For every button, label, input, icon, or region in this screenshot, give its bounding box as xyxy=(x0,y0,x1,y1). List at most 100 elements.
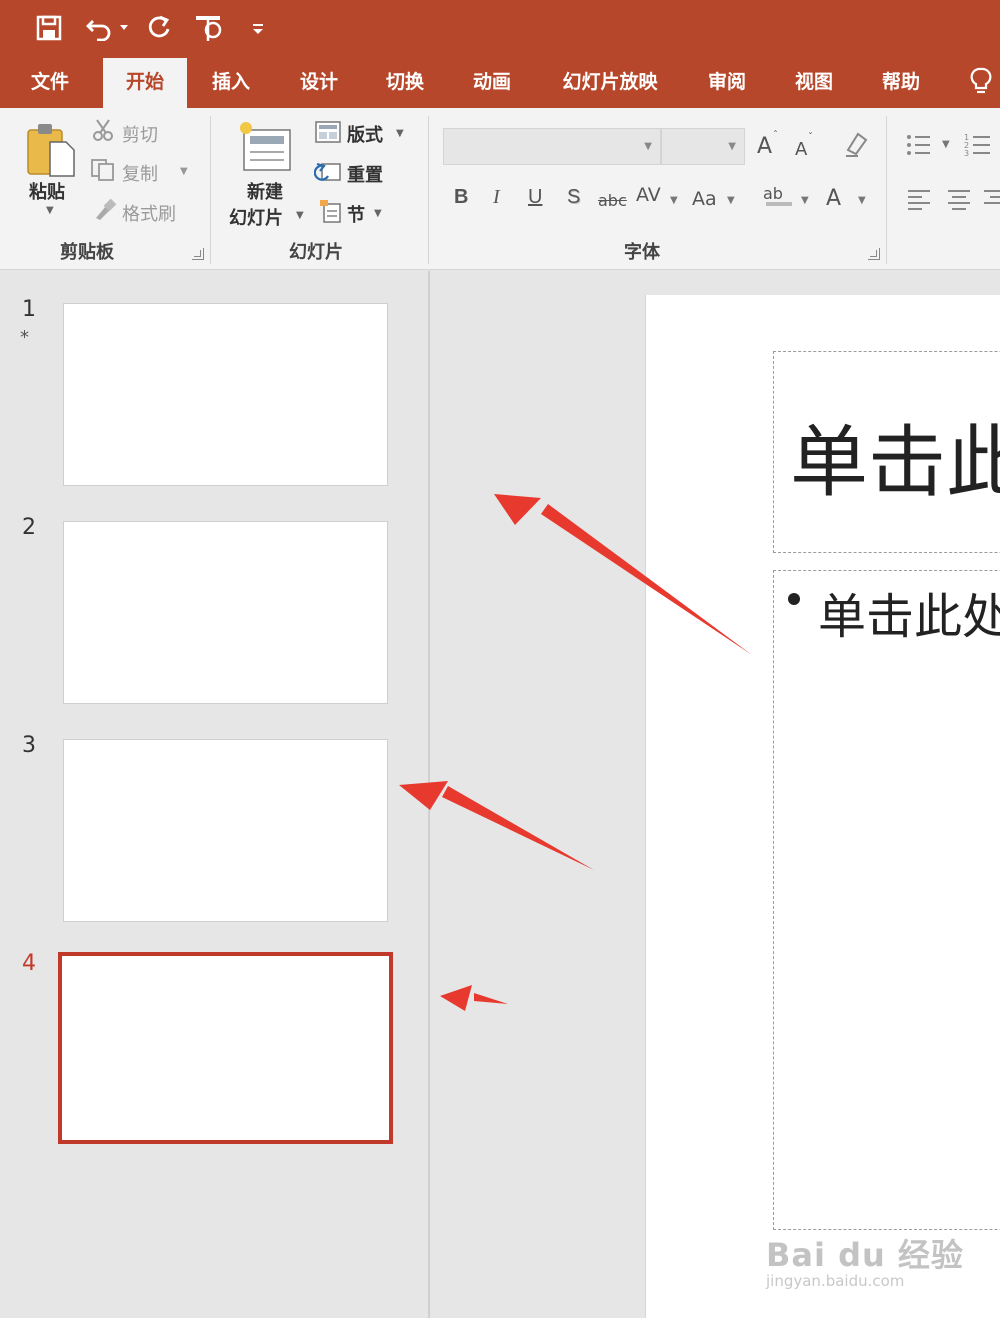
change-case-button[interactable]: Aa xyxy=(692,188,717,210)
tab-help[interactable]: 帮助 xyxy=(862,56,940,108)
redo-icon[interactable] xyxy=(144,10,174,46)
undo-dropdown-icon[interactable] xyxy=(116,10,132,46)
clipboard-launcher-icon[interactable] xyxy=(192,248,204,260)
font-group-label: 字体 xyxy=(624,242,660,263)
slide-number: 3 xyxy=(22,733,36,758)
copy-icon xyxy=(90,158,116,187)
clear-formatting-icon[interactable] xyxy=(842,130,870,163)
title-bar xyxy=(0,0,1000,56)
ribbon-tab-bar: 文件 开始 插入 设计 切换 动画 幻灯片放映 审阅 视图 帮助 xyxy=(0,56,1000,108)
slide-number: 1 xyxy=(22,297,36,322)
section-button[interactable]: 节 xyxy=(347,201,365,227)
copy-button[interactable]: 复制 xyxy=(122,160,158,186)
bullets-icon[interactable] xyxy=(906,132,932,163)
underline-button[interactable]: U xyxy=(528,186,542,209)
tab-animations[interactable]: 动画 xyxy=(453,56,531,108)
title-placeholder-text: 单击此处添加标题 xyxy=(790,418,1000,508)
paste-dropdown-icon[interactable]: ▼ xyxy=(46,205,54,216)
shrink-font-button[interactable]: A xyxy=(795,139,807,160)
watermark-url: jingyan.baidu.com xyxy=(766,1272,905,1290)
layout-button[interactable]: 版式 xyxy=(347,121,383,147)
slide-thumbnail-1[interactable] xyxy=(63,303,388,486)
watermark-brand: Bai du 经验 xyxy=(766,1236,964,1274)
tab-view[interactable]: 视图 xyxy=(775,56,853,108)
section-dropdown-icon[interactable]: ▼ xyxy=(374,208,382,219)
group-separator xyxy=(428,116,429,264)
case-dropdown-icon[interactable]: ▼ xyxy=(727,195,735,206)
font-color-dropdown-icon[interactable]: ▼ xyxy=(858,195,866,206)
slide-thumbnail-4[interactable] xyxy=(58,952,393,1144)
highlight-button[interactable]: ab xyxy=(763,184,783,203)
paste-button[interactable]: 粘贴 xyxy=(29,178,65,204)
content-placeholder[interactable]: 单击此处添加文本 xyxy=(773,570,1000,1230)
character-spacing-button[interactable]: AV xyxy=(636,184,661,206)
animation-star-icon: * xyxy=(20,327,29,348)
format-painter-icon xyxy=(92,198,118,227)
strikethrough-button[interactable]: abc xyxy=(598,191,627,210)
slides-group-label: 幻灯片 xyxy=(289,242,343,263)
italic-button[interactable]: I xyxy=(493,186,500,209)
font-launcher-icon[interactable] xyxy=(868,248,880,260)
align-center-icon[interactable] xyxy=(946,188,972,215)
grow-font-caret-icon: ˆ xyxy=(773,130,778,141)
grow-font-button[interactable]: A xyxy=(757,134,772,159)
tell-me-lightbulb-icon[interactable] xyxy=(966,64,996,100)
cut-icon xyxy=(92,118,116,147)
highlight-color-swatch xyxy=(766,202,792,206)
slide-thumbnail-3[interactable] xyxy=(63,739,388,922)
save-icon[interactable] xyxy=(34,10,64,46)
tab-file[interactable]: 文件 xyxy=(10,56,90,108)
slide-number: 2 xyxy=(22,515,36,540)
bullet-icon xyxy=(788,593,800,605)
paste-icon[interactable] xyxy=(26,122,78,178)
chevron-down-icon[interactable]: ▼ xyxy=(728,141,736,152)
slide-canvas[interactable]: 单击此处添加标题 单击此处添加文本 xyxy=(645,295,1000,1318)
font-color-button[interactable]: A xyxy=(826,186,841,211)
slide-thumbnail-pane: 1 * 2 3 4 xyxy=(0,271,430,1318)
undo-icon[interactable] xyxy=(84,10,114,46)
shrink-font-caret-icon: ˇ xyxy=(808,132,813,143)
new-slide-label-line1[interactable]: 新建 xyxy=(247,178,283,204)
align-right-icon[interactable] xyxy=(984,188,1000,215)
format-painter-button[interactable]: 格式刷 xyxy=(122,200,176,226)
new-slide-dropdown-icon[interactable]: ▼ xyxy=(296,210,304,221)
slide-thumbnail-2[interactable] xyxy=(63,521,388,704)
numbering-icon[interactable]: 123 xyxy=(964,132,992,163)
highlight-dropdown-icon[interactable]: ▼ xyxy=(801,195,809,206)
clipboard-group-label: 剪贴板 xyxy=(60,242,114,263)
bullets-dropdown-icon[interactable]: ▼ xyxy=(942,139,950,150)
group-separator xyxy=(210,116,211,264)
font-size-combobox[interactable]: ▼ xyxy=(661,128,745,165)
tab-insert[interactable]: 插入 xyxy=(192,56,270,108)
bold-button[interactable]: B xyxy=(454,186,468,209)
cut-button[interactable]: 剪切 xyxy=(122,121,158,147)
new-slide-icon[interactable] xyxy=(238,120,294,176)
tab-review[interactable]: 审阅 xyxy=(688,56,766,108)
slideshow-start-icon[interactable] xyxy=(192,10,226,46)
copy-dropdown-icon[interactable]: ▼ xyxy=(180,166,188,177)
spacing-dropdown-icon[interactable]: ▼ xyxy=(670,195,678,206)
section-icon xyxy=(318,198,344,229)
baidu-watermark: Bai du 经验 jingyan.baidu.com xyxy=(764,1228,964,1298)
tab-home[interactable]: 开始 xyxy=(103,58,187,108)
svg-text:3: 3 xyxy=(964,149,969,158)
new-slide-button[interactable]: 幻灯片 xyxy=(229,204,283,230)
slide-editing-pane: 单击此处添加标题 单击此处添加文本 xyxy=(432,271,1000,1318)
font-family-combobox[interactable]: ▼ xyxy=(443,128,661,165)
layout-icon xyxy=(314,120,342,149)
align-left-icon[interactable] xyxy=(906,188,932,215)
content-placeholder-text: 单击此处添加文本 xyxy=(818,589,1000,645)
tab-transitions[interactable]: 切换 xyxy=(366,56,444,108)
title-placeholder[interactable]: 单击此处添加标题 xyxy=(773,351,1000,553)
reset-icon xyxy=(313,160,342,189)
group-separator xyxy=(886,116,887,264)
shadow-button[interactable]: S xyxy=(567,186,580,209)
layout-dropdown-icon[interactable]: ▼ xyxy=(396,128,404,139)
tab-design[interactable]: 设计 xyxy=(280,56,358,108)
slide-number-selected: 4 xyxy=(22,951,36,976)
ribbon-home: 粘贴 ▼ 剪切 复制 ▼ 格式刷 剪贴板 新建 幻灯片 ▼ 版式 ▼ 重置 节 … xyxy=(0,108,1000,270)
reset-button[interactable]: 重置 xyxy=(347,161,383,187)
customize-icon[interactable] xyxy=(248,10,268,46)
tab-slideshow[interactable]: 幻灯片放映 xyxy=(548,56,672,108)
chevron-down-icon[interactable]: ▼ xyxy=(644,141,652,152)
